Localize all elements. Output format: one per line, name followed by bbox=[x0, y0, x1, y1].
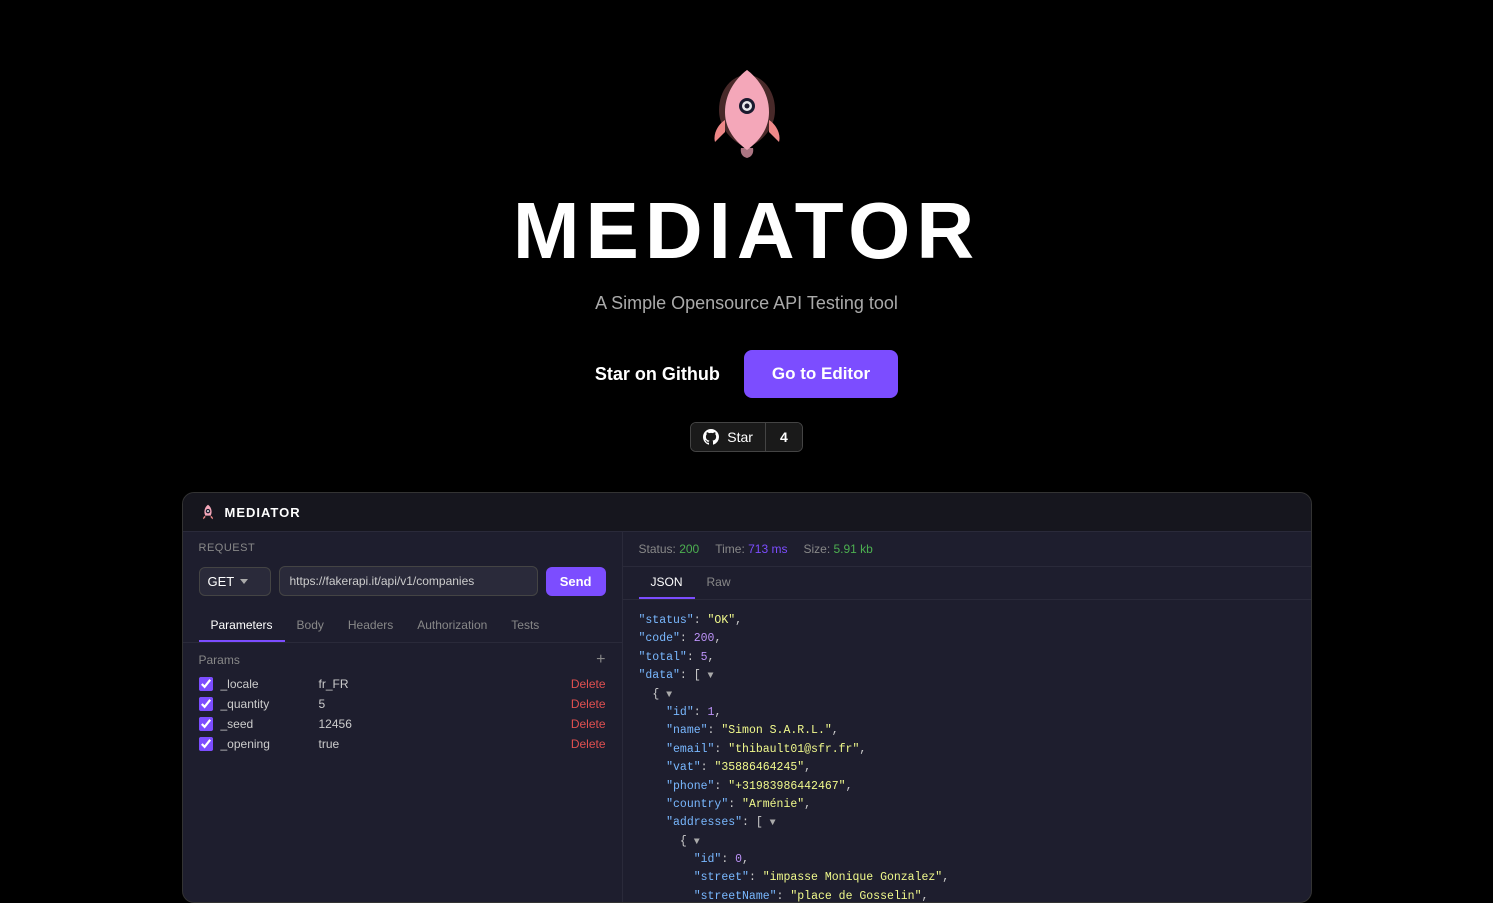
json-line: "country": "Arménie", bbox=[639, 796, 1295, 814]
json-line: { ▼ bbox=[639, 686, 1295, 704]
tab-parameters[interactable]: Parameters bbox=[199, 610, 285, 642]
param-delete-2[interactable]: Delete bbox=[571, 697, 606, 711]
method-value: GET bbox=[208, 574, 235, 589]
param-checkbox-3[interactable] bbox=[199, 717, 213, 731]
size-label: Size: 5.91 kb bbox=[803, 542, 872, 556]
table-row: _opening true Delete bbox=[199, 737, 606, 751]
table-row: _locale fr_FR Delete bbox=[199, 677, 606, 691]
json-line: "phone": "+31983986442467", bbox=[639, 778, 1295, 796]
size-value: 5.91 kb bbox=[833, 542, 872, 556]
param-checkbox-2[interactable] bbox=[199, 697, 213, 711]
github-star-button[interactable]: Star bbox=[691, 423, 766, 451]
json-line: "name": "Simon S.A.R.L.", bbox=[639, 722, 1295, 740]
json-output: "status": "OK", "code": 200, "total": 5,… bbox=[623, 600, 1311, 902]
response-tab-json[interactable]: JSON bbox=[639, 567, 695, 599]
editor-preview: MEDIATOR Request GET Send Parameters Bod… bbox=[182, 492, 1312, 903]
github-icon bbox=[703, 429, 719, 445]
request-tabs: Parameters Body Headers Authorization Te… bbox=[183, 610, 622, 643]
param-delete-4[interactable]: Delete bbox=[571, 737, 606, 751]
params-header: Params + bbox=[199, 651, 606, 669]
params-label: Params bbox=[199, 653, 240, 667]
hero-section: MEDIATOR A Simple Opensource API Testing… bbox=[0, 0, 1493, 492]
json-line: "addresses": [ ▼ bbox=[639, 814, 1295, 832]
github-star-widget[interactable]: Star 4 bbox=[690, 422, 802, 452]
param-value-1: fr_FR bbox=[319, 677, 563, 691]
json-line: "streetName": "place de Gosselin", bbox=[639, 888, 1295, 902]
json-line: "email": "thibault01@sfr.fr", bbox=[639, 741, 1295, 759]
param-value-2: 5 bbox=[319, 697, 563, 711]
param-delete-3[interactable]: Delete bbox=[571, 717, 606, 731]
json-line: "data": [ ▼ bbox=[639, 667, 1295, 685]
editor-app-name: MEDIATOR bbox=[225, 505, 301, 520]
request-label: Request bbox=[183, 532, 622, 560]
send-button[interactable]: Send bbox=[546, 567, 606, 596]
time-value: 713 ms bbox=[748, 542, 787, 556]
github-star-count: 4 bbox=[766, 423, 802, 451]
app-title: MEDIATOR bbox=[513, 185, 980, 277]
tab-headers[interactable]: Headers bbox=[336, 610, 405, 642]
json-line: { ▼ bbox=[639, 833, 1295, 851]
response-tabs: JSON Raw bbox=[623, 567, 1311, 600]
url-row: GET Send bbox=[183, 560, 622, 602]
status-code: 200 bbox=[679, 542, 699, 556]
method-select[interactable]: GET bbox=[199, 567, 271, 596]
table-row: _seed 12456 Delete bbox=[199, 717, 606, 731]
tab-authorization[interactable]: Authorization bbox=[405, 610, 499, 642]
logo-container bbox=[697, 60, 797, 165]
go-to-editor-button[interactable]: Go to Editor bbox=[744, 350, 898, 398]
json-line: "id": 1, bbox=[639, 704, 1295, 722]
param-delete-1[interactable]: Delete bbox=[571, 677, 606, 691]
param-value-3: 12456 bbox=[319, 717, 563, 731]
param-checkbox-4[interactable] bbox=[199, 737, 213, 751]
json-line: "total": 5, bbox=[639, 649, 1295, 667]
left-panel: Request GET Send Parameters Body Headers… bbox=[183, 532, 623, 902]
url-input[interactable] bbox=[279, 566, 538, 596]
param-checkbox-1[interactable] bbox=[199, 677, 213, 691]
json-line: "street": "impasse Monique Gonzalez", bbox=[639, 869, 1295, 887]
tab-body[interactable]: Body bbox=[285, 610, 336, 642]
table-row: _quantity 5 Delete bbox=[199, 697, 606, 711]
editor-header: MEDIATOR bbox=[183, 493, 1311, 532]
editor-body: Request GET Send Parameters Body Headers… bbox=[183, 532, 1311, 902]
star-on-github-label: Star on Github bbox=[595, 364, 720, 385]
tab-tests[interactable]: Tests bbox=[499, 610, 551, 642]
cta-buttons: Star on Github Go to Editor bbox=[595, 350, 898, 398]
response-status-bar: Status: 200 Time: 713 ms Size: 5.91 kb bbox=[623, 532, 1311, 567]
json-line: "code": 200, bbox=[639, 630, 1295, 648]
right-panel: Status: 200 Time: 713 ms Size: 5.91 kb J… bbox=[623, 532, 1311, 902]
json-line: "status": "OK", bbox=[639, 612, 1295, 630]
param-key-3: _seed bbox=[221, 717, 311, 731]
editor-rocket-icon bbox=[199, 503, 217, 521]
method-chevron-icon bbox=[240, 579, 248, 584]
json-line: "vat": "35886464245", bbox=[639, 759, 1295, 777]
time-label: Time: 713 ms bbox=[715, 542, 787, 556]
star-text: Star bbox=[727, 429, 753, 445]
add-param-button[interactable]: + bbox=[596, 651, 605, 669]
param-key-4: _opening bbox=[221, 737, 311, 751]
json-line: "id": 0, bbox=[639, 851, 1295, 869]
params-section: Params + _locale fr_FR Delete _quantity … bbox=[183, 643, 622, 765]
rocket-icon bbox=[697, 60, 797, 160]
param-key-1: _locale bbox=[221, 677, 311, 691]
response-tab-raw[interactable]: Raw bbox=[695, 567, 743, 599]
param-value-4: true bbox=[319, 737, 563, 751]
app-subtitle: A Simple Opensource API Testing tool bbox=[595, 293, 898, 314]
status-label: Status: 200 bbox=[639, 542, 700, 556]
param-key-2: _quantity bbox=[221, 697, 311, 711]
